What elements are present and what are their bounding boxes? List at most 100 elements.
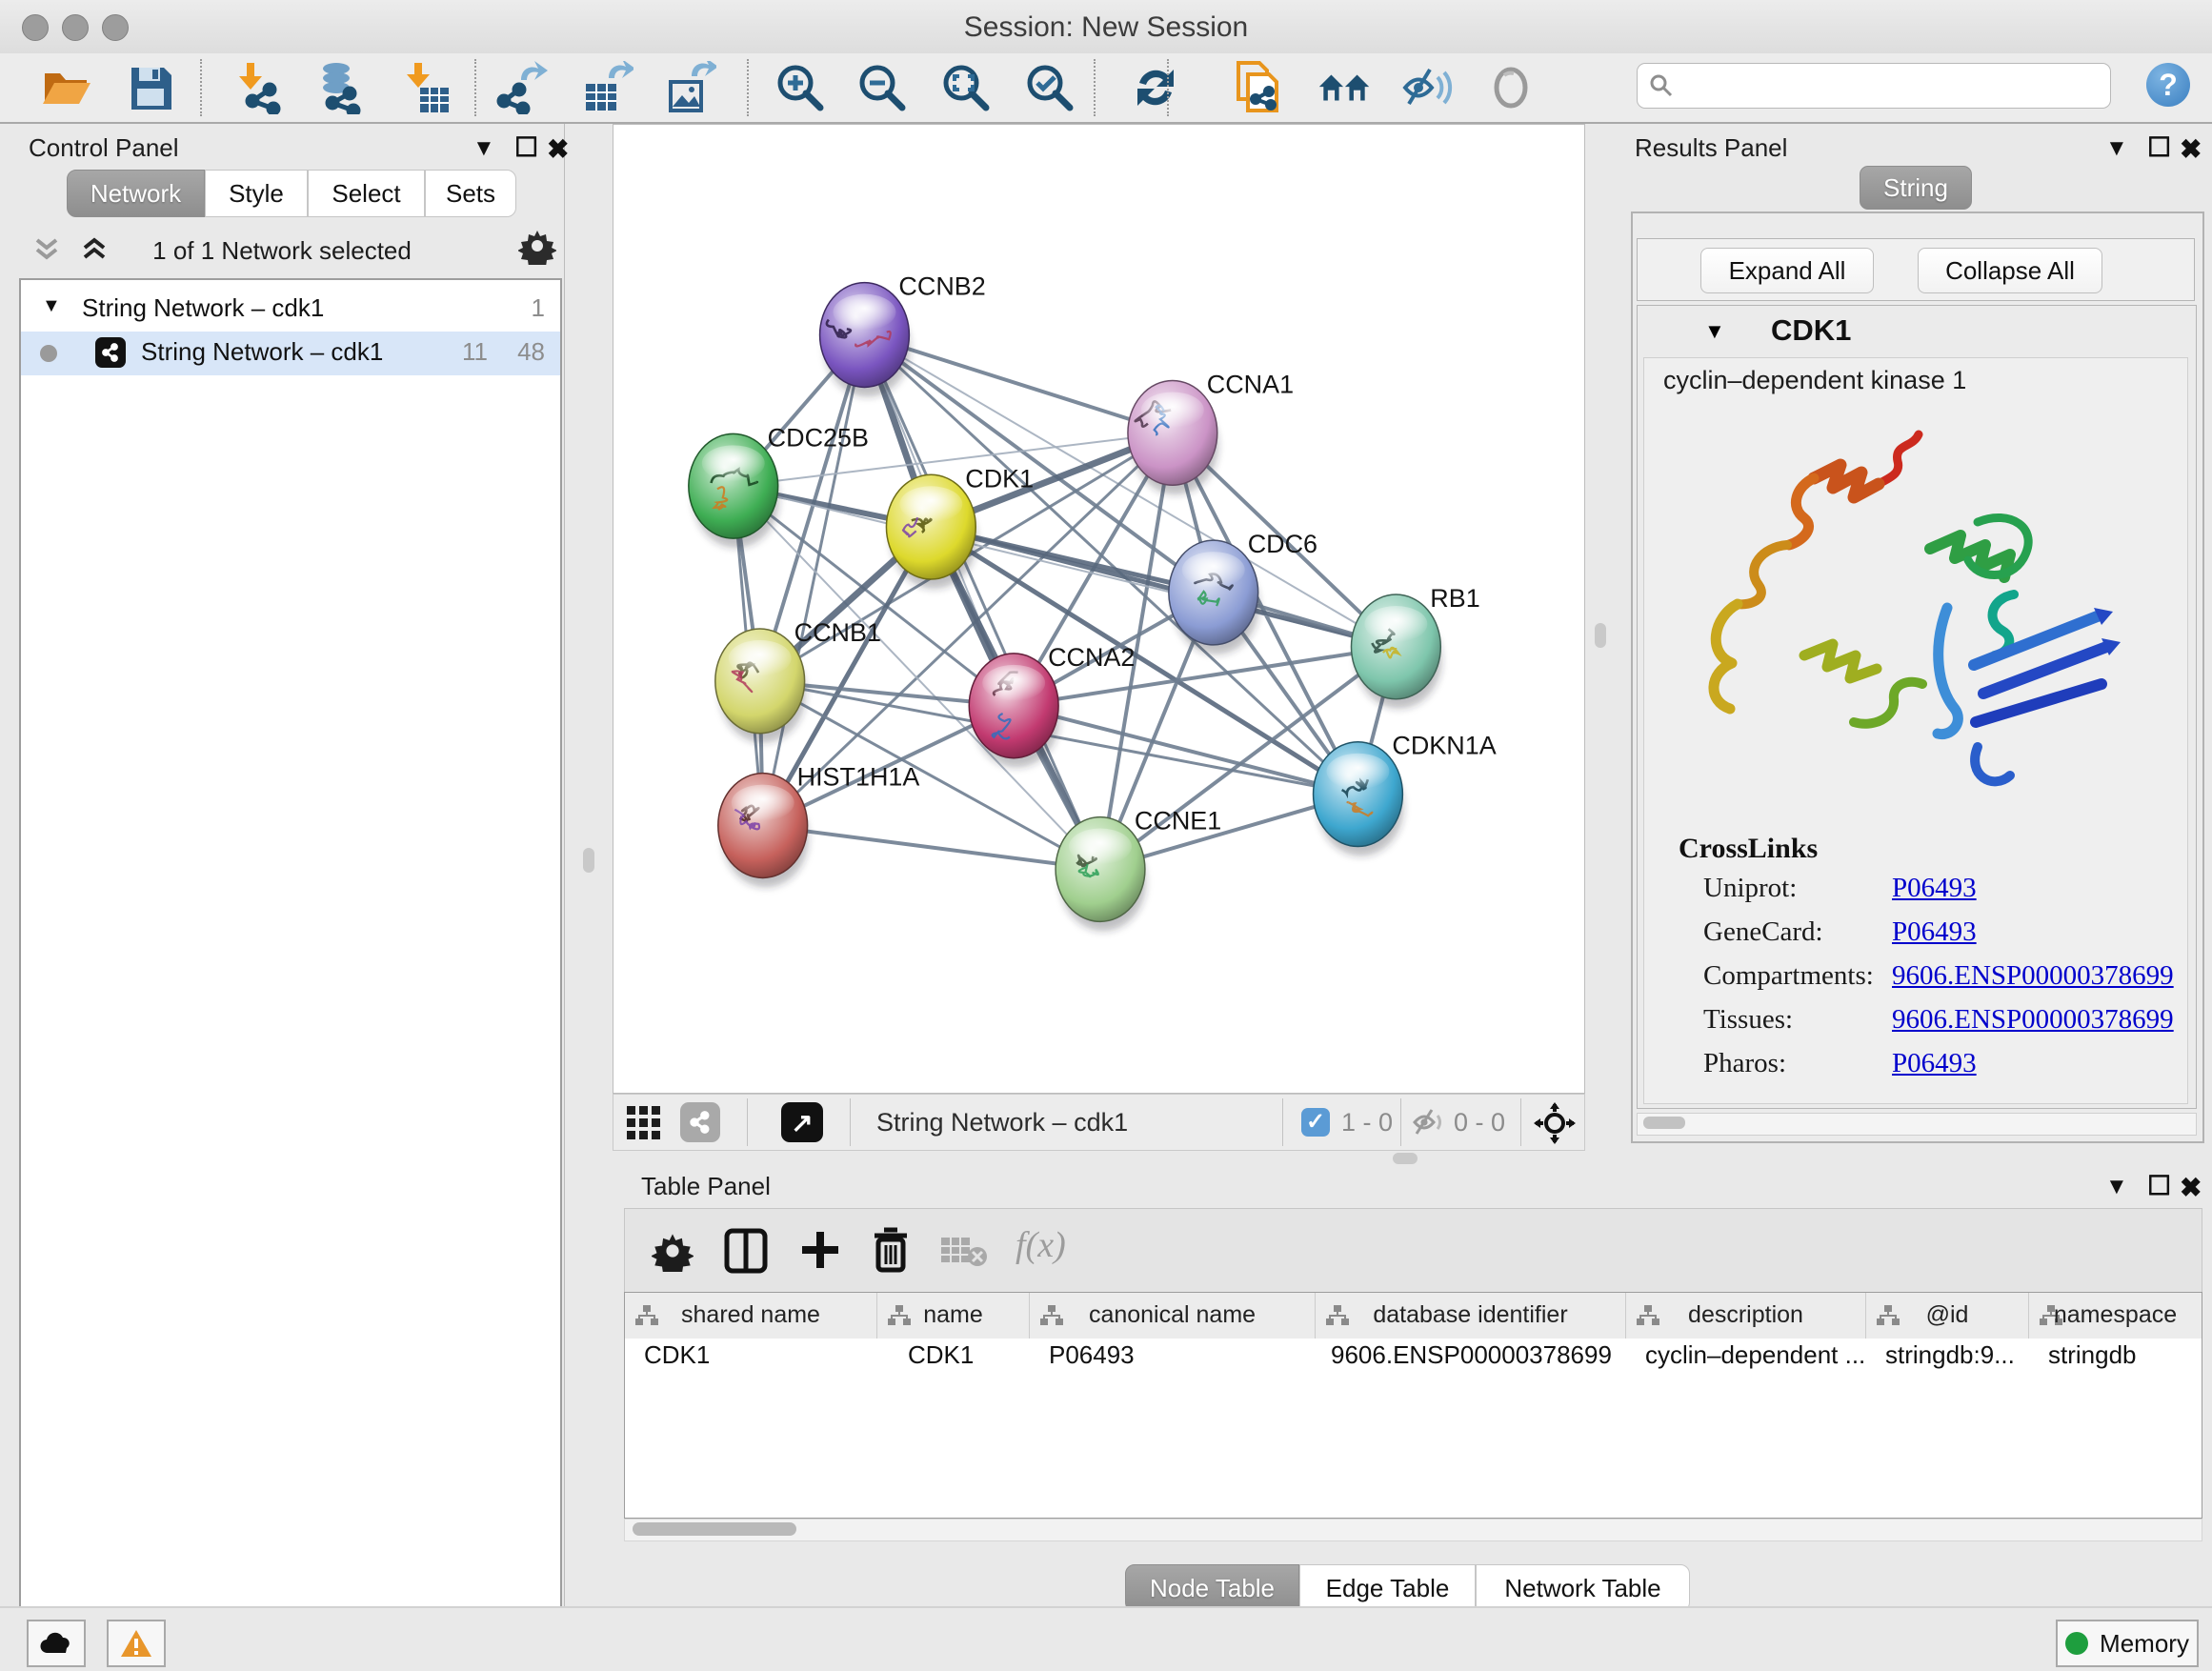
collapse-all-button[interactable]: Collapse All (1918, 248, 2102, 293)
network-node-CDKN1A[interactable]: CDKN1A (1314, 732, 1497, 856)
scrollbar-thumb[interactable] (633, 1522, 796, 1536)
network-node-count: 11 (462, 337, 488, 367)
export-network-button[interactable] (496, 61, 550, 114)
column-header[interactable]: database identifier (1316, 1293, 1626, 1339)
help-button[interactable]: ? (2146, 63, 2190, 107)
memory-button[interactable]: Memory (2056, 1620, 2199, 1667)
export-image-button[interactable] (663, 61, 716, 114)
tab-select[interactable]: Select (308, 170, 425, 217)
fit-content-crosshair-icon[interactable] (1534, 1102, 1576, 1144)
network-view-canvas[interactable]: CCNB2 CCNA1 CDC25BCDK1 CDC6 RB1 CCNB1 CCNA2 CDK… (613, 124, 1585, 1094)
maximize-panel-icon[interactable]: ☐ (2147, 131, 2171, 163)
network-node-CCNB2[interactable]: CCNB2 (820, 272, 986, 397)
column-header[interactable]: name (877, 1293, 1030, 1339)
collection-expander-icon[interactable]: ▼ (42, 295, 61, 317)
table-horizontal-scrollbar[interactable] (624, 1519, 2202, 1541)
network-mode-icon[interactable] (680, 1102, 720, 1142)
warnings-button[interactable] (107, 1620, 166, 1667)
tab-style[interactable]: Style (205, 170, 308, 217)
tab-edge-table[interactable]: Edge Table (1299, 1564, 1476, 1612)
zoom-out-button[interactable] (855, 61, 909, 114)
compartments-link[interactable]: 9606.ENSP00000378699 (1892, 960, 2174, 992)
genecard-link[interactable]: P06493 (1892, 916, 1977, 948)
table-cell[interactable]: P06493 (1030, 1340, 1316, 1382)
close-panel-icon[interactable]: ✖ (2180, 1172, 2202, 1203)
network-node-CCNA2[interactable]: CCNA2 (969, 643, 1135, 768)
network-node-CCNA1[interactable]: CCNA1 (1128, 370, 1294, 494)
scrollbar-thumb[interactable] (1643, 1117, 1685, 1129)
tissues-link[interactable]: 9606.ENSP00000378699 (1892, 1004, 2174, 1036)
section-expander-icon[interactable]: ▼ (1704, 319, 1725, 344)
network-node-CCNB1[interactable]: CCNB1 (715, 618, 881, 743)
import-network-file-button[interactable] (231, 61, 285, 114)
search-input[interactable] (1637, 63, 2111, 109)
uniprot-link[interactable]: P06493 (1892, 873, 1977, 904)
create-column-icon[interactable] (724, 1228, 768, 1274)
zoom-in-button[interactable] (774, 61, 827, 114)
maximize-panel-icon[interactable]: ☐ (514, 131, 538, 163)
main-toolbar: ? (0, 53, 2212, 124)
delete-trash-icon[interactable] (871, 1226, 911, 1274)
zoom-fit-button[interactable] (939, 61, 993, 114)
tab-network-table[interactable]: Network Table (1476, 1564, 1690, 1612)
network-node-CDC25B[interactable]: CDC25B (689, 423, 869, 548)
pharos-link[interactable]: P06493 (1892, 1048, 1977, 1079)
import-table-button[interactable] (399, 61, 452, 114)
maximize-panel-icon[interactable]: ☐ (2147, 1170, 2171, 1201)
zoom-selected-button[interactable] (1023, 61, 1076, 114)
birdseye-toggle-icon[interactable]: ↗ (781, 1102, 823, 1142)
table-cell[interactable]: stringdb (2029, 1340, 2202, 1382)
network-node-CDC6[interactable]: CDC6 (1169, 530, 1317, 654)
tab-network[interactable]: Network (67, 170, 205, 217)
copy-network-style-button[interactable] (1233, 61, 1286, 114)
show-graphics-details-icon[interactable] (1484, 61, 1538, 114)
network-node-CCNE1[interactable]: CCNE1 (1056, 807, 1221, 932)
table-cell[interactable]: CDK1 (625, 1340, 877, 1382)
close-panel-icon[interactable]: ✖ (2180, 133, 2202, 165)
tab-sets[interactable]: Sets (425, 170, 516, 217)
column-header[interactable]: description (1626, 1293, 1866, 1339)
network-edge-HIST1H1A-CCNE1[interactable] (763, 826, 1100, 870)
tab-string[interactable]: String (1860, 166, 1972, 210)
apply-layout-button[interactable] (1129, 61, 1182, 114)
float-panel-icon[interactable]: ▼ (2105, 135, 2128, 162)
column-header[interactable]: @id (1866, 1293, 2029, 1339)
network-edge-CCNB2-CCNA1[interactable] (864, 335, 1172, 433)
column-header[interactable]: namespace (2029, 1293, 2202, 1339)
tab-node-table[interactable]: Node Table (1125, 1564, 1299, 1612)
network-row-selected[interactable]: String Network – cdk1 11 48 (21, 332, 560, 375)
table-cell[interactable]: cyclin–dependent ... (1626, 1340, 1866, 1382)
string-home-icon[interactable] (1317, 61, 1371, 114)
selected-checkbox-icon[interactable]: ✓ (1301, 1108, 1330, 1137)
network-node-CDK1[interactable]: CDK1 (886, 464, 1034, 589)
results-horizontal-scrollbar[interactable] (1637, 1113, 2197, 1136)
table-cell[interactable]: stringdb:9... (1866, 1340, 2029, 1382)
float-panel-icon[interactable]: ▼ (2105, 1174, 2128, 1200)
bottom-splitter-handle[interactable] (1393, 1153, 1418, 1164)
network-options-gear-icon[interactable] (518, 227, 556, 265)
float-panel-icon[interactable]: ▼ (473, 135, 495, 162)
network-edge-CDK1-RB1[interactable] (931, 527, 1396, 647)
save-session-button[interactable] (124, 61, 177, 114)
expand-all-button[interactable]: Expand All (1700, 248, 1874, 293)
table-cell[interactable]: 9606.ENSP00000378699 (1316, 1340, 1626, 1382)
add-row-icon[interactable] (798, 1228, 842, 1274)
table-options-gear-icon[interactable] (652, 1230, 694, 1272)
network-node-RB1[interactable]: RB1 (1351, 584, 1479, 709)
import-network-database-button[interactable] (312, 61, 365, 114)
column-header[interactable]: shared name (625, 1293, 877, 1339)
column-header[interactable]: canonical name (1030, 1293, 1316, 1339)
hide-graphics-icon[interactable] (1401, 61, 1455, 114)
close-panel-icon[interactable]: ✖ (547, 133, 569, 165)
network-edge-CCNB2-HIST1H1A[interactable] (763, 335, 865, 826)
table-cell[interactable]: CDK1 (877, 1340, 1030, 1382)
export-table-button[interactable] (580, 61, 633, 114)
network-graph[interactable]: CCNB2 CCNA1 CDC25BCDK1 CDC6 RB1 CCNB1 CCNA2 CDK… (613, 125, 1584, 1093)
network-node-HIST1H1A[interactable]: HIST1H1A (718, 763, 920, 888)
open-session-button[interactable] (40, 61, 93, 114)
grid-mode-icon[interactable] (627, 1106, 661, 1140)
right-splitter-handle[interactable] (1595, 623, 1606, 648)
network-collection-row[interactable]: ▼ String Network – cdk1 1 (21, 288, 560, 332)
cloud-button[interactable] (27, 1620, 86, 1667)
left-splitter-handle[interactable] (583, 848, 594, 873)
